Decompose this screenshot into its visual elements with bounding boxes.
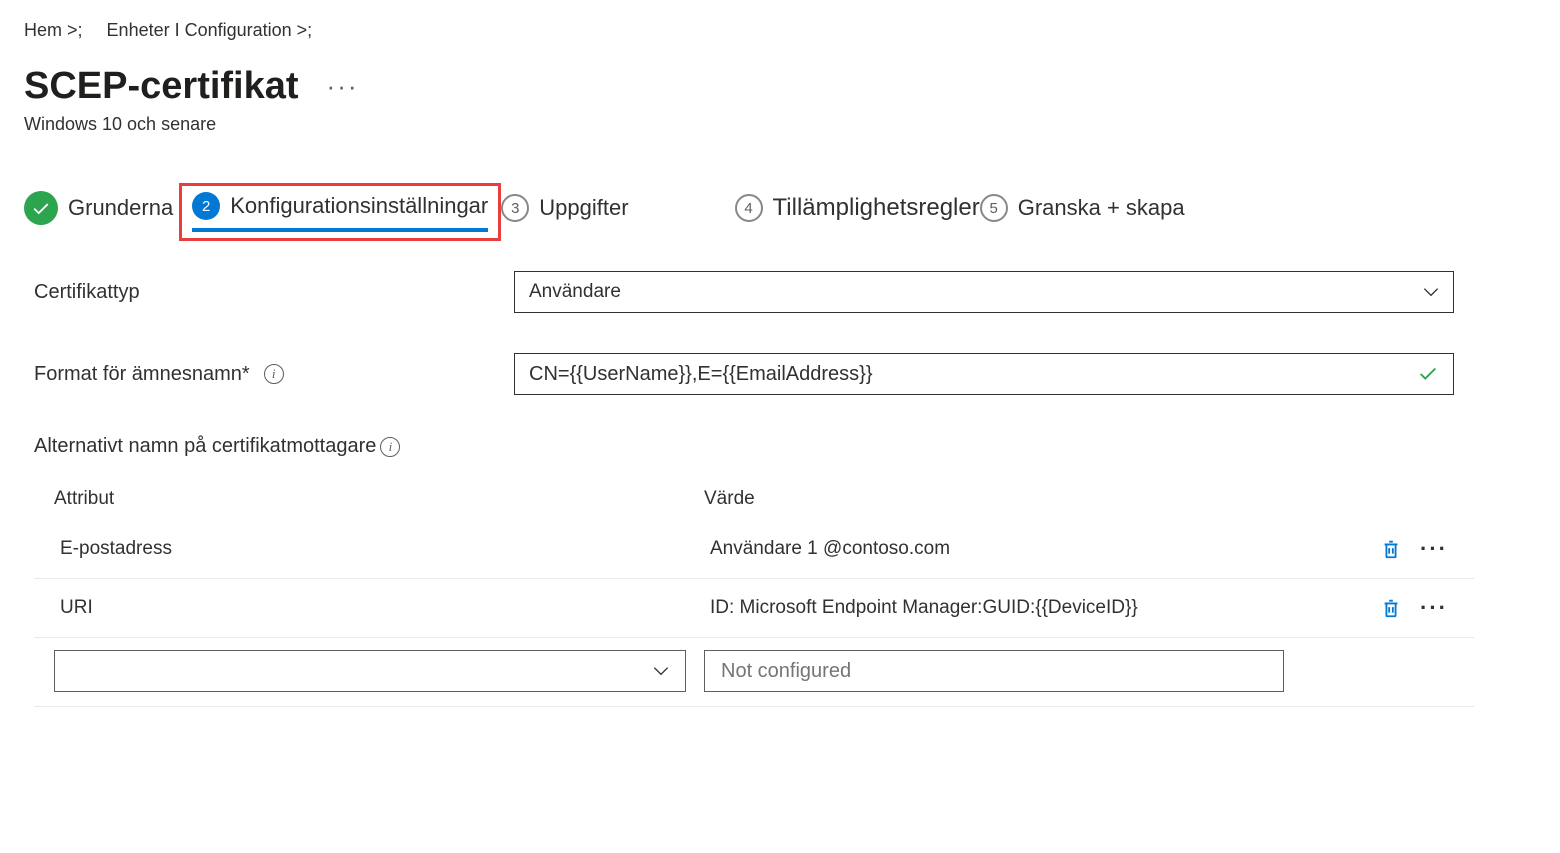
wizard-steps: Grunderna 2 Konfigurationsinställningar … (24, 183, 1536, 241)
subject-name-format-value: CN={{UserName}},E={{EmailAddress}} (529, 363, 873, 386)
info-icon[interactable]: i (264, 364, 284, 384)
subject-name-format-label: Format för ämnesnamn* i (34, 363, 514, 386)
san-add-value-input[interactable] (704, 650, 1284, 692)
highlight-annotation: 2 Konfigurationsinställningar (179, 183, 501, 241)
step-label: Grunderna (68, 195, 173, 221)
trash-icon[interactable] (1380, 595, 1402, 621)
step-label: Uppgifter (539, 195, 628, 221)
row-more-icon[interactable]: ··· (1420, 536, 1448, 562)
table-row: URI ID: Microsoft Endpoint Manager:GUID:… (34, 579, 1474, 638)
cert-type-select[interactable]: Användare (514, 271, 1454, 313)
col-value: Värde (704, 488, 1454, 510)
more-actions-icon[interactable]: ··· (327, 71, 359, 102)
step-number-badge: 3 (501, 194, 529, 222)
breadcrumb-home[interactable]: Hem >; (24, 20, 83, 40)
step-label: Tillämplighetsregler (773, 194, 980, 222)
checkmark-icon (1417, 363, 1439, 385)
san-attr: E-postadress (60, 538, 710, 560)
chevron-down-icon (653, 666, 669, 676)
wizard-step-config[interactable]: 2 Konfigurationsinställningar (192, 192, 488, 232)
subject-name-format-input[interactable]: CN={{UserName}},E={{EmailAddress}} (514, 353, 1454, 395)
wizard-step-basics[interactable]: Grunderna (24, 191, 173, 233)
table-header: Attribut Värde (34, 478, 1474, 520)
step-label: Konfigurationsinställningar (230, 193, 488, 219)
san-add-attribute-select[interactable] (54, 650, 686, 692)
san-add-row (34, 638, 1474, 707)
col-attribute: Attribut (54, 488, 704, 510)
san-val: Användare 1 @contoso.com (710, 538, 1338, 560)
step-number-badge: 4 (735, 194, 763, 222)
step-label: Granska + skapa (1018, 195, 1185, 221)
wizard-step-applicability[interactable]: 4 Tillämplighetsregler (735, 194, 980, 230)
wizard-step-review[interactable]: 5 Granska + skapa (980, 194, 1185, 230)
cert-type-value: Användare (529, 281, 621, 303)
page-subtitle: Windows 10 och senare (24, 114, 1536, 135)
table-row: E-postadress Användare 1 @contoso.com ··… (34, 520, 1474, 579)
label-text: Format för ämnesnamn* (34, 363, 250, 386)
san-attr: URI (60, 597, 710, 619)
breadcrumb: Hem >; Enheter I Configuration >; (24, 20, 1536, 41)
trash-icon[interactable] (1380, 536, 1402, 562)
page-title: SCEP-certifikat (24, 65, 299, 108)
step-number-badge: 5 (980, 194, 1008, 222)
san-section-label: Alternativt namn på certifikatmottagare … (34, 435, 1536, 458)
checkmark-icon (24, 191, 58, 225)
wizard-step-tasks[interactable]: 3 Uppgifter (501, 194, 628, 230)
step-number-badge: 2 (192, 192, 220, 220)
breadcrumb-devices[interactable]: Enheter I Configuration >; (107, 20, 313, 40)
cert-type-label: Certifikattyp (34, 281, 514, 304)
san-table: Attribut Värde E-postadress Användare 1 … (34, 478, 1474, 707)
san-val: ID: Microsoft Endpoint Manager:GUID:{{De… (710, 597, 1338, 619)
info-icon[interactable]: i (380, 437, 400, 457)
row-more-icon[interactable]: ··· (1420, 595, 1448, 621)
label-text: Alternativt namn på certifikatmottagare (34, 435, 376, 458)
chevron-down-icon (1423, 287, 1439, 297)
